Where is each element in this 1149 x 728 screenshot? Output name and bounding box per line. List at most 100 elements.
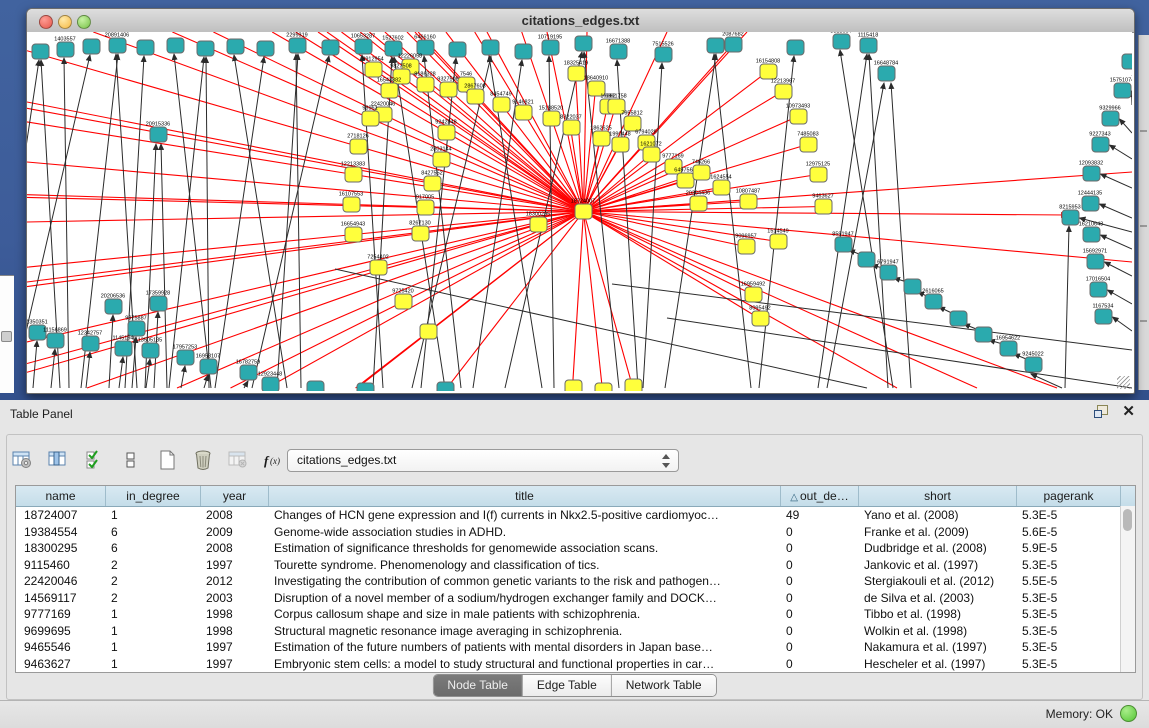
graph-node[interactable] — [752, 311, 769, 326]
graph-node[interactable] — [810, 167, 827, 182]
table-scrollbar[interactable] — [1120, 506, 1135, 672]
graph-node[interactable] — [643, 147, 660, 162]
graph-node[interactable] — [362, 111, 379, 126]
graph-node[interactable] — [437, 382, 454, 391]
table-row[interactable]: 2242004622012Investigating the contribut… — [16, 573, 1135, 590]
close-panel-icon[interactable]: ✕ — [1122, 405, 1135, 419]
graph-node[interactable] — [150, 296, 167, 311]
column-header-year[interactable]: year — [201, 486, 269, 506]
graph-node[interactable] — [568, 66, 585, 81]
graph-node[interactable] — [345, 227, 362, 242]
graph-node[interactable] — [57, 42, 74, 57]
graph-node[interactable] — [563, 120, 580, 135]
graph-node[interactable] — [47, 333, 64, 348]
graph-node[interactable] — [440, 82, 457, 97]
column-header-in_degree[interactable]: in_degree — [106, 486, 201, 506]
tab-node-table[interactable]: Node Table — [433, 675, 523, 696]
graph-node[interactable] — [690, 196, 707, 211]
graph-node[interactable] — [707, 38, 724, 53]
graph-node[interactable] — [595, 383, 612, 391]
graph-node[interactable] — [381, 83, 398, 98]
graph-node[interactable] — [128, 321, 145, 336]
graph-node[interactable] — [449, 42, 466, 57]
column-header-short[interactable]: short — [859, 486, 1017, 506]
graph-node[interactable] — [713, 180, 730, 195]
table-selector-dropdown[interactable]: citations_edges.txt — [287, 449, 679, 472]
graph-node[interactable] — [343, 197, 360, 212]
graph-node[interactable] — [738, 239, 755, 254]
graph-node[interactable] — [800, 137, 817, 152]
graph-node[interactable] — [612, 137, 629, 152]
table-row[interactable]: 969969511998Structural magnetic resonanc… — [16, 623, 1135, 640]
graph-node[interactable] — [1082, 196, 1099, 211]
graph-node[interactable] — [1090, 282, 1107, 297]
graph-node[interactable] — [880, 265, 897, 280]
graph-node[interactable] — [975, 327, 992, 342]
table-row[interactable]: 977716911998Corpus callosum shape and si… — [16, 606, 1135, 623]
table-row[interactable]: 946554611997Estimation of the future num… — [16, 639, 1135, 656]
tab-edge-table[interactable]: Edge Table — [523, 675, 612, 696]
graph-node[interactable] — [515, 105, 532, 120]
table-row[interactable]: 1938455462009Genome-wide association stu… — [16, 524, 1135, 541]
graph-node[interactable] — [32, 44, 49, 59]
graph-node[interactable] — [412, 226, 429, 241]
graph-node[interactable] — [787, 40, 804, 55]
graph-node[interactable] — [1000, 341, 1017, 356]
graph-node[interactable] — [357, 383, 374, 391]
graph-node[interactable] — [83, 39, 100, 54]
graph-node[interactable] — [322, 40, 339, 55]
graph-node[interactable] — [593, 131, 610, 146]
graph-node[interactable] — [515, 44, 532, 59]
graph-node[interactable] — [925, 294, 942, 309]
graph-node[interactable] — [904, 279, 921, 294]
function-builder-icon[interactable]: f(x) — [260, 445, 290, 475]
graph-node[interactable] — [355, 39, 372, 54]
graph-node[interactable] — [240, 365, 257, 380]
graph-node[interactable] — [745, 287, 762, 302]
graph-node[interactable] — [493, 97, 510, 112]
graph-node[interactable] — [350, 139, 367, 154]
graph-node[interactable] — [858, 252, 875, 267]
graph-node[interactable] — [575, 36, 592, 51]
graph-node[interactable] — [1102, 111, 1119, 126]
column-header-pagerank[interactable]: pagerank — [1017, 486, 1121, 506]
graph-node[interactable] — [833, 34, 850, 49]
graph-node[interactable] — [740, 194, 757, 209]
graph-node[interactable] — [815, 199, 832, 214]
table-scrollbar-thumb[interactable] — [1123, 509, 1132, 531]
graph-node[interactable] — [760, 64, 777, 79]
graph-node[interactable] — [420, 324, 437, 339]
graph-node[interactable] — [395, 294, 412, 309]
graph-node[interactable] — [257, 41, 274, 56]
new-document-icon[interactable] — [152, 445, 182, 475]
graph-node[interactable] — [142, 343, 159, 358]
graph-node[interactable] — [365, 62, 382, 77]
graph-node[interactable] — [1083, 166, 1100, 181]
graph-node[interactable] — [433, 152, 450, 167]
float-panel-icon[interactable] — [1094, 405, 1108, 419]
graph-node[interactable] — [200, 359, 217, 374]
select-columns-icon[interactable] — [80, 445, 110, 475]
graph-node[interactable] — [610, 44, 627, 59]
row-mode-icon[interactable] — [116, 445, 146, 475]
window-resize-grip[interactable] — [1117, 376, 1130, 389]
graph-node[interactable] — [878, 66, 895, 81]
graph-node[interactable] — [167, 38, 184, 53]
table-row[interactable]: 911546021997Tourette syndrome. Phenomeno… — [16, 557, 1135, 574]
graph-node[interactable] — [860, 38, 877, 53]
graph-node[interactable] — [725, 37, 742, 52]
graph-node[interactable] — [530, 217, 547, 232]
graph-node[interactable] — [1092, 137, 1109, 152]
graph-node[interactable] — [417, 77, 434, 92]
graph-node[interactable] — [105, 299, 122, 314]
graph-node[interactable] — [289, 38, 306, 53]
graph-node[interactable] — [197, 41, 214, 56]
graph-node[interactable] — [770, 234, 787, 249]
table-row[interactable]: 946362711997Embryonic stem cells: a mode… — [16, 656, 1135, 673]
graph-node[interactable] — [307, 381, 324, 391]
column-header-name[interactable]: name — [16, 486, 106, 506]
graph-node[interactable] — [150, 127, 167, 142]
graph-node[interactable] — [345, 167, 362, 182]
graph-node[interactable] — [775, 84, 792, 99]
network-canvas[interactable]: 1403557208914062299319106532871527602646… — [27, 32, 1132, 391]
